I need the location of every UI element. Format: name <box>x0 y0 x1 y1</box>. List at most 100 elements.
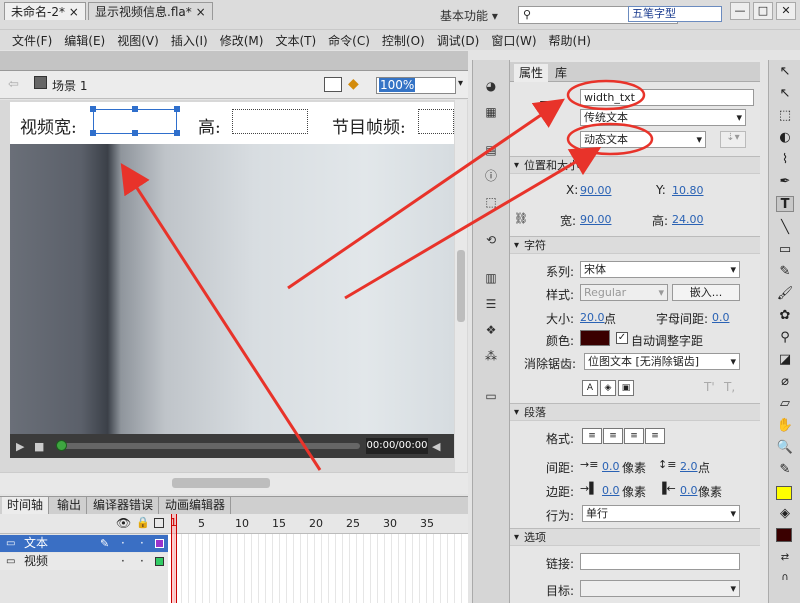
library-icon[interactable]: ▥ <box>482 270 500 286</box>
height-textfield[interactable] <box>232 109 308 134</box>
embed-button[interactable]: 嵌入... <box>672 284 740 301</box>
tab-library[interactable]: 库 <box>550 64 572 82</box>
visible-dot[interactable]: · <box>121 553 125 570</box>
link-proportions-icon[interactable]: ⛓ <box>514 212 528 225</box>
layer-row-text[interactable]: ▭ 文本 ✎ · · <box>0 535 168 552</box>
layer-color-swatch[interactable] <box>155 557 164 566</box>
menu-control[interactable]: 控制(O) <box>378 32 433 49</box>
scroll-thumb[interactable] <box>457 250 465 322</box>
x-value[interactable]: 90.00 <box>580 184 612 197</box>
text-engine-select[interactable]: 传统文本 <box>580 109 746 126</box>
letter-spacing-value[interactable]: 0.0 <box>712 311 730 324</box>
behavior-select[interactable]: 单行 <box>582 505 740 522</box>
frames-grid[interactable] <box>168 534 468 603</box>
doc-tab-video-info[interactable]: 显示视频信息.fla* × <box>88 2 213 20</box>
deco-tool-icon[interactable]: ✿ <box>776 308 794 324</box>
subscript-icon[interactable]: T, <box>724 380 735 394</box>
visible-dot[interactable]: · <box>121 535 125 552</box>
section-paragraph[interactable]: 段落 <box>510 403 760 421</box>
minimize-button[interactable]: — <box>730 2 750 20</box>
stroke-color-icon[interactable]: ✎ <box>776 462 794 478</box>
menu-debug[interactable]: 调试(D) <box>433 32 488 49</box>
swap-colors-icon[interactable]: ⇄ <box>776 550 794 566</box>
h-value[interactable]: 24.00 <box>672 213 704 226</box>
maximize-button[interactable]: □ <box>753 2 773 20</box>
right-margin-value[interactable]: 0.0 <box>680 484 698 497</box>
fill-color-icon[interactable]: ◈ <box>776 506 794 522</box>
selection-handle[interactable] <box>174 106 180 112</box>
menu-edit[interactable]: 编辑(E) <box>60 32 113 49</box>
color-panel-icon[interactable]: ◕ <box>482 78 500 94</box>
stroke-color-swatch[interactable] <box>776 486 792 500</box>
align-left-icon[interactable]: ≡ <box>582 428 602 444</box>
align-justify-icon[interactable]: ≡ <box>645 428 665 444</box>
indent-value[interactable]: 0.0 <box>602 460 620 473</box>
font-style-select[interactable]: Regular <box>580 284 668 301</box>
lock-icon[interactable]: 🔒 <box>136 516 150 529</box>
seek-handle[interactable] <box>56 440 67 451</box>
selection-handle[interactable] <box>132 106 138 112</box>
edit-scene-icon[interactable] <box>324 77 342 92</box>
components-icon[interactable]: ❖ <box>482 322 500 338</box>
border-icon[interactable]: ▣ <box>618 380 634 396</box>
play-icon[interactable]: ▶ <box>16 440 24 453</box>
edit-symbols-icon[interactable]: ◆ <box>348 76 368 93</box>
paint-bucket-icon[interactable]: ◪ <box>776 352 794 368</box>
bone-tool-icon[interactable]: ⚲ <box>776 330 794 346</box>
line-spacing-value[interactable]: 2.0 <box>680 460 698 473</box>
font-family-select[interactable]: 宋体 <box>580 261 740 278</box>
line-tool-icon[interactable]: ╲ <box>776 220 794 236</box>
selection-handle[interactable] <box>90 130 96 136</box>
pencil-tool-icon[interactable]: ✎ <box>776 264 794 280</box>
menu-window[interactable]: 窗口(W) <box>487 32 544 49</box>
chevron-down-icon[interactable]: ▾ <box>458 78 463 89</box>
scroll-thumb[interactable] <box>172 478 270 488</box>
tab-timeline[interactable]: 时间轴 <box>2 497 50 514</box>
code-snippets-icon[interactable]: ⟲ <box>482 232 500 248</box>
pen-tool-icon[interactable]: ✒ <box>776 174 794 190</box>
text-tool-icon[interactable]: T <box>776 196 794 212</box>
seek-bar[interactable] <box>58 443 360 449</box>
menu-modify[interactable]: 修改(M) <box>216 32 272 49</box>
menu-help[interactable]: 帮助(H) <box>545 32 599 49</box>
transform-icon[interactable]: ⬚ <box>482 194 500 210</box>
menu-commands[interactable]: 命令(C) <box>324 32 378 49</box>
lock-dot[interactable]: · <box>140 553 144 570</box>
antialias-select[interactable]: 位图文本 [无消除锯齿] <box>584 353 740 370</box>
tab-properties[interactable]: 属性 <box>514 64 549 82</box>
y-value[interactable]: 10.80 <box>672 184 704 197</box>
align-center-icon[interactable]: ≡ <box>603 428 623 444</box>
tab-output[interactable]: 输出 <box>52 497 88 514</box>
eye-icon[interactable]: 👁 <box>116 516 131 530</box>
autokern-checkbox[interactable]: ✓ <box>616 332 628 344</box>
left-margin-value[interactable]: 0.0 <box>602 484 620 497</box>
menu-file[interactable]: 文件(F) <box>8 32 60 49</box>
stop-icon[interactable]: ■ <box>34 440 44 453</box>
workspace-switcher[interactable]: 基本功能 ▾ <box>440 7 498 24</box>
selection-handle[interactable] <box>90 106 96 112</box>
tab-motion-editor[interactable]: 动画编辑器 <box>160 497 232 514</box>
close-button[interactable]: ✕ <box>776 2 796 20</box>
menu-view[interactable]: 视图(V) <box>113 32 167 49</box>
doc-tab-untitled[interactable]: 未命名-2* × <box>4 2 86 20</box>
subselection-tool-icon[interactable]: ↖ <box>776 86 794 102</box>
instance-name-input[interactable]: width_txt <box>580 89 754 106</box>
back-arrow-icon[interactable]: ⇦ <box>8 77 19 92</box>
orientation-icon[interactable]: ⇣▾ <box>720 131 746 148</box>
align-icon[interactable]: ▤ <box>482 142 500 158</box>
hand-tool-icon[interactable]: ✋ <box>776 418 794 434</box>
section-position-size[interactable]: 位置和大小 <box>510 156 760 174</box>
layer-row-video[interactable]: ▭ 视频 · · <box>0 553 168 570</box>
render-html-icon[interactable]: ◈ <box>600 380 616 396</box>
outline-icon[interactable] <box>154 518 164 528</box>
3d-rotation-icon[interactable]: ◐ <box>776 130 794 146</box>
tab-compiler-errors[interactable]: 编译器错误 <box>88 497 160 514</box>
snap-icon[interactable]: ∩ <box>776 570 794 586</box>
zoom-select[interactable]: 100% <box>376 77 456 94</box>
lasso-icon[interactable]: ⌇ <box>776 152 794 168</box>
align-right-icon[interactable]: ≡ <box>624 428 644 444</box>
selectable-icon[interactable]: A <box>582 380 598 396</box>
eraser-icon[interactable]: ▱ <box>776 396 794 412</box>
selection-handle[interactable] <box>132 130 138 136</box>
free-transform-icon[interactable]: ⬚ <box>776 108 794 124</box>
